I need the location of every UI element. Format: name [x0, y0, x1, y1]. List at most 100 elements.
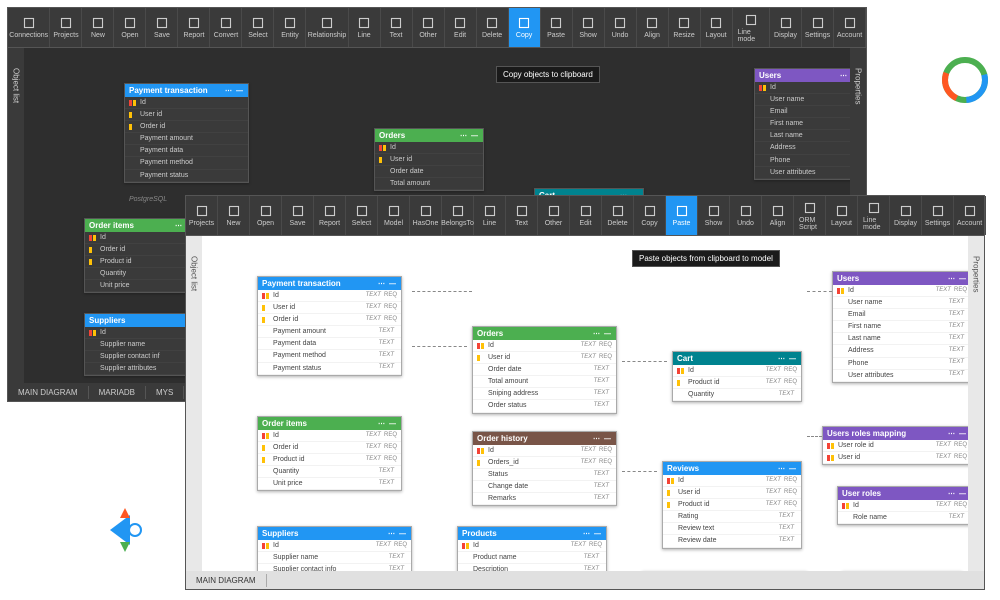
toolbar-report[interactable]: Report — [178, 8, 210, 47]
entity-field[interactable]: Order dateTEXT — [473, 364, 616, 376]
entity-field[interactable]: IdTEXTREQ — [458, 540, 606, 552]
toolbar-connections[interactable]: Connections — [8, 8, 50, 47]
entity-order-items[interactable]: Order items⋯ —IdOrder idProduct idQuanti… — [84, 218, 199, 293]
right-panel-tab-front[interactable]: Properties — [968, 236, 984, 571]
entity-field[interactable]: Payment method — [125, 157, 248, 169]
entity-field[interactable]: Email — [755, 106, 850, 118]
entity-field[interactable]: User idTEXTREQ — [823, 452, 968, 464]
footer-tab[interactable]: MARIADB — [89, 386, 146, 399]
toolbar-text[interactable]: Text — [381, 8, 413, 47]
toolbar-select[interactable]: Select — [242, 8, 274, 47]
entity-field[interactable]: Change dateTEXT — [473, 481, 616, 493]
toolbar-new[interactable]: New — [218, 196, 250, 235]
entity-suppliers[interactable]: Suppliers⋯ —IdTEXTREQSupplier nameTEXTSu… — [257, 526, 412, 571]
toolbar-settings[interactable]: Settings — [922, 196, 954, 235]
entity-field[interactable]: Payment dataTEXT — [258, 338, 401, 350]
entity-header[interactable]: Order items⋯ — — [258, 417, 401, 430]
entity-order-items[interactable]: Order items⋯ —IdTEXTREQOrder idTEXTREQPr… — [257, 416, 402, 491]
toolbar-layout[interactable]: Layout — [826, 196, 858, 235]
toolbar-show[interactable]: Show — [698, 196, 730, 235]
entity-field[interactable]: Order statusTEXT — [473, 400, 616, 412]
entity-field[interactable]: Sniping addressTEXT — [473, 388, 616, 400]
entity-field[interactable]: QuantityTEXT — [673, 389, 801, 401]
entity-controls[interactable]: ⋯ — — [378, 280, 397, 288]
entity-field[interactable]: Id — [85, 232, 198, 244]
entity-field[interactable]: User idTEXTREQ — [663, 487, 801, 499]
entity-field[interactable]: User idTEXTREQ — [473, 352, 616, 364]
entity-field[interactable]: First nameTEXT — [833, 321, 968, 333]
footer-tab[interactable]: MYS — [146, 386, 184, 399]
toolbar-undo[interactable]: Undo — [730, 196, 762, 235]
entity-products[interactable]: Products⋯ —IdTEXTREQProduct nameTEXTDesc… — [457, 526, 607, 571]
toolbar-save[interactable]: Save — [146, 8, 178, 47]
toolbar-text[interactable]: Text — [506, 196, 538, 235]
toolbar-line-mode[interactable]: Line mode — [858, 196, 890, 235]
entity-field[interactable]: Product id — [85, 256, 198, 268]
entity-field[interactable]: EmailTEXT — [833, 309, 968, 321]
entity-field[interactable]: IdTEXTREQ — [473, 445, 616, 457]
entity-field[interactable]: Payment amount — [125, 133, 248, 145]
entity-field[interactable]: Phone — [755, 155, 850, 167]
entity-field[interactable]: Product idTEXTREQ — [673, 377, 801, 389]
entity-controls[interactable]: ⋯ — — [778, 465, 797, 473]
entity-users[interactable]: Users⋯ —IdUser nameEmailFirst nameLast n… — [754, 68, 850, 180]
toolbar-account[interactable]: Account — [954, 196, 986, 235]
entity-field[interactable]: IdTEXTREQ — [258, 540, 411, 552]
toolbar-delete[interactable]: Delete — [477, 8, 509, 47]
toolbar-paste[interactable]: Paste — [541, 8, 573, 47]
entity-field[interactable]: First name — [755, 118, 850, 130]
entity-field[interactable]: Order id — [85, 244, 198, 256]
toolbar-orm-script[interactable]: ORM Script — [794, 196, 826, 235]
entity-header[interactable]: Suppliers⋯ — — [258, 527, 411, 540]
toolbar-belongsto[interactable]: BelongsTo — [442, 196, 474, 235]
entity-orders[interactable]: Orders⋯ —IdTEXTREQUser idTEXTREQOrder da… — [472, 326, 617, 414]
entity-controls[interactable]: ⋯ — — [593, 435, 612, 443]
entity-field[interactable]: Payment data — [125, 145, 248, 157]
entity-header[interactable]: Order items⋯ — — [85, 219, 198, 232]
toolbar-line-mode[interactable]: Line mode — [733, 8, 770, 47]
toolbar-open[interactable]: Open — [114, 8, 146, 47]
toolbar-model[interactable]: Model — [378, 196, 410, 235]
entity-field[interactable]: Total amountTEXT — [473, 376, 616, 388]
toolbar-copy[interactable]: Copy — [509, 8, 541, 47]
left-panel-tab-front[interactable]: Object list — [186, 236, 202, 571]
entity-field[interactable]: Unit priceTEXT — [258, 478, 401, 490]
entity-header[interactable]: Cart⋯ — — [673, 352, 801, 365]
entity-header[interactable]: User roles⋯ — — [838, 487, 968, 500]
entity-field[interactable]: Address — [755, 142, 850, 154]
entity-field[interactable]: Unit price — [85, 280, 198, 292]
entity-payment-transaction[interactable]: Payment transaction⋯ —IdTEXTREQUser idTE… — [257, 276, 402, 376]
toolbar-new[interactable]: New — [82, 8, 114, 47]
entity-field[interactable]: IdTEXTREQ — [838, 500, 968, 512]
toolbar-entity[interactable]: Entity — [274, 8, 306, 47]
entity-field[interactable]: Order idTEXTREQ — [258, 314, 401, 326]
entity-user-roles[interactable]: User roles⋯ —IdTEXTREQRole nameTEXT — [837, 486, 968, 525]
entity-header[interactable]: Users⋯ — — [755, 69, 850, 82]
entity-field[interactable]: QuantityTEXT — [258, 466, 401, 478]
entity-field[interactable]: User name — [755, 94, 850, 106]
entity-payment-transaction[interactable]: Payment transaction⋯ —IdUser idOrder idP… — [124, 83, 249, 183]
toolbar-other[interactable]: Other — [538, 196, 570, 235]
entity-order-history[interactable]: Order history⋯ —IdTEXTREQOrders_idTEXTRE… — [472, 431, 617, 506]
toolbar-hasone[interactable]: HasOne — [410, 196, 442, 235]
entity-field[interactable]: Supplier nameTEXT — [258, 552, 411, 564]
entity-header[interactable]: Orders⋯ — — [375, 129, 483, 142]
entity-field[interactable]: PhoneTEXT — [833, 358, 968, 370]
toolbar-align[interactable]: Align — [637, 8, 669, 47]
entity-field[interactable]: IdTEXTREQ — [473, 340, 616, 352]
entity-header[interactable]: Users⋯ — — [833, 272, 968, 285]
entity-controls[interactable]: ⋯ — — [948, 275, 967, 283]
toolbar-paste[interactable]: Paste — [666, 196, 698, 235]
front-canvas[interactable]: Paste objects from clipboard to model Pa… — [202, 236, 968, 571]
entity-field[interactable]: Last name — [755, 130, 850, 142]
toolbar-layout[interactable]: Layout — [701, 8, 733, 47]
entity-controls[interactable]: ⋯ — — [948, 490, 967, 498]
entity-field[interactable]: Orders_idTEXTREQ — [473, 457, 616, 469]
entity-field[interactable]: IdTEXTREQ — [833, 285, 968, 297]
entity-field[interactable]: IdTEXTREQ — [258, 430, 401, 442]
toolbar-line[interactable]: Line — [349, 8, 381, 47]
entity-field[interactable]: RemarksTEXT — [473, 493, 616, 505]
entity-header[interactable]: Reviews⋯ — — [663, 462, 801, 475]
entity-users-roles-mapping[interactable]: Users roles mapping⋯ —User role idTEXTRE… — [822, 426, 968, 465]
entity-field[interactable]: Role nameTEXT — [838, 512, 968, 524]
